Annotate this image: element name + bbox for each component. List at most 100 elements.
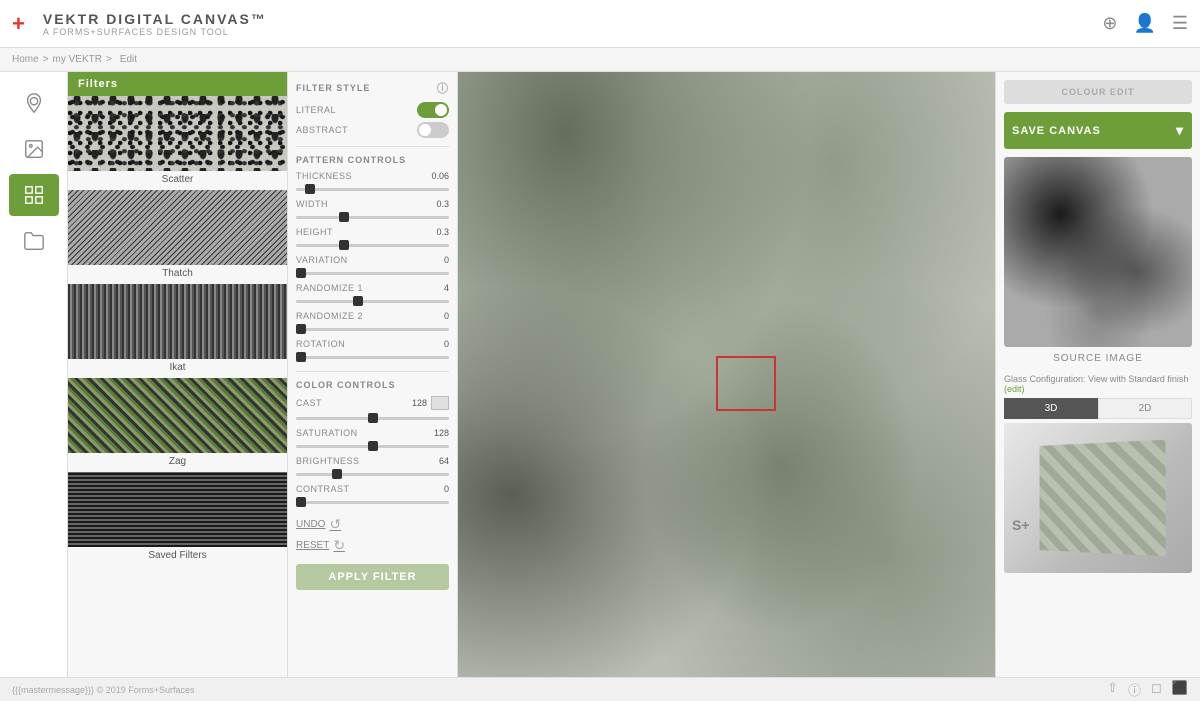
saturation-label: SATURATION (296, 428, 358, 438)
filter-item-saved[interactable]: Saved Filters (68, 472, 287, 566)
filter-label-zag: Zag (68, 453, 287, 472)
brightness-slider[interactable] (296, 473, 449, 476)
cast-value-row: 128 (412, 396, 449, 410)
abstract-label: ABSTRACT (296, 125, 348, 135)
height-value: 0.3 (436, 227, 449, 237)
splus-badge: S+ (1012, 517, 1030, 533)
width-slider-container (296, 211, 449, 223)
reset-link[interactable]: RESET ↻ (296, 537, 449, 554)
contrast-slider[interactable] (296, 501, 449, 504)
filter-item-zag[interactable]: Zag (68, 378, 287, 472)
abstract-toggle[interactable] (417, 122, 449, 138)
thickness-slider[interactable] (296, 188, 449, 191)
thickness-control: THICKNESS 0.06 (296, 171, 449, 195)
glass-config-edit-link[interactable]: (edit) (1004, 384, 1025, 394)
randomize1-control: RANDOMIZE 1 4 (296, 283, 449, 307)
variation-label-row: VARIATION 0 (296, 255, 449, 265)
filter-label-scatter: Scatter (68, 171, 287, 190)
download-icon[interactable]: ⬛ (1172, 680, 1188, 699)
rotation-slider-container (296, 351, 449, 363)
undo-icon: ↺ (329, 516, 341, 533)
tab-3d[interactable]: 3D (1004, 398, 1098, 419)
cast-slider[interactable] (296, 417, 449, 420)
filter-style-info-icon[interactable]: ⓘ (437, 80, 449, 96)
height-label: HEIGHT (296, 227, 333, 237)
filter-item-scatter[interactable]: Scatter (68, 96, 287, 190)
width-slider[interactable] (296, 216, 449, 219)
saturation-value: 128 (434, 428, 449, 438)
randomize2-slider[interactable] (296, 328, 449, 331)
cast-slider-container (296, 412, 449, 424)
cast-color-swatch[interactable] (431, 396, 449, 410)
source-image-area (1004, 157, 1192, 347)
saturation-slider-container (296, 440, 449, 452)
height-slider-container (296, 239, 449, 251)
height-slider[interactable] (296, 244, 449, 247)
save-canvas-arrow-icon: ▾ (1176, 122, 1184, 139)
footer-right: ⇧ ⓘ ◻ ⬛ (1107, 680, 1188, 699)
breadcrumb-home[interactable]: Home (12, 54, 39, 65)
source-image-bg (1004, 157, 1192, 347)
apply-filter-button[interactable]: APPLY FILTER (296, 564, 449, 590)
variation-slider[interactable] (296, 272, 449, 275)
randomize2-slider-container (296, 323, 449, 335)
filter-thumb-thatch (68, 190, 287, 265)
info-circle-icon[interactable]: ⓘ (1128, 680, 1141, 699)
menu-icon[interactable]: ☰ (1172, 13, 1188, 34)
rotation-label-row: ROTATION 0 (296, 339, 449, 349)
nav-grid[interactable] (9, 174, 59, 216)
add-icon[interactable]: ⊕ (1102, 13, 1117, 34)
randomize1-slider[interactable] (296, 300, 449, 303)
filter-thumb-zag (68, 378, 287, 453)
social-icon[interactable]: ◻ (1151, 680, 1162, 699)
main-canvas[interactable] (458, 72, 995, 677)
width-label-row: WIDTH 0.3 (296, 199, 449, 209)
app-subtitle: A FORMS+SURFACES DESIGN TOOL (43, 27, 267, 37)
filter-thumb-scatter (68, 96, 287, 171)
breadcrumb-edit: Edit (120, 54, 137, 65)
nav-location[interactable] (9, 82, 59, 124)
footer-left: {{{mastermessage}}} © 2019 Forms+Surface… (12, 685, 195, 695)
rotation-slider[interactable] (296, 356, 449, 359)
saturation-slider[interactable] (296, 445, 449, 448)
thickness-slider-container (296, 183, 449, 195)
filter-label-ikat: Ikat (68, 359, 287, 378)
literal-label: LITERAL (296, 105, 336, 115)
divider-2 (296, 371, 449, 372)
share-icon[interactable]: ⇧ (1107, 680, 1118, 699)
breadcrumb-my-vektr[interactable]: my VEKTR (53, 54, 102, 65)
brightness-label: BRIGHTNESS (296, 456, 360, 466)
randomize1-slider-container (296, 295, 449, 307)
filter-item-thatch[interactable]: Thatch (68, 190, 287, 284)
width-control: WIDTH 0.3 (296, 199, 449, 223)
preview-3d-bg: S+ (1004, 423, 1192, 573)
tab-2d[interactable]: 2D (1098, 398, 1192, 419)
breadcrumb-sep1: > (43, 54, 49, 65)
brightness-value: 64 (439, 456, 449, 466)
filter-item-ikat[interactable]: Ikat (68, 284, 287, 378)
source-image-label: SOURCE IMAGE (1004, 353, 1192, 364)
literal-toggle[interactable] (417, 102, 449, 118)
variation-slider-container (296, 267, 449, 279)
filter-thumb-ikat (68, 284, 287, 359)
randomize1-label-row: RANDOMIZE 1 4 (296, 283, 449, 293)
footer-message: {{{mastermessage}}} (12, 685, 94, 695)
cast-label-row: CAST 128 (296, 396, 449, 410)
save-canvas-button[interactable]: SAVE CANVAS ▾ (1004, 112, 1192, 149)
color-controls-title: COLOR CONTROLS (296, 380, 449, 390)
literal-toggle-row: LITERAL (296, 102, 449, 118)
breadcrumb-sep2: > (106, 54, 112, 65)
abstract-toggle-knob (419, 124, 431, 136)
brightness-slider-container (296, 468, 449, 480)
contrast-label: CONTRAST (296, 484, 350, 494)
nav-gallery[interactable] (9, 128, 59, 170)
header-title: VEKTR DIGITAL CANVAS™ A FORMS+SURFACES D… (43, 11, 267, 37)
rotation-label: ROTATION (296, 339, 345, 349)
nav-folder[interactable] (9, 220, 59, 262)
filter-label-thatch: Thatch (68, 265, 287, 284)
cast-control: CAST 128 (296, 396, 449, 424)
rotation-control: ROTATION 0 (296, 339, 449, 363)
undo-link[interactable]: UNDO ↺ (296, 516, 449, 533)
color-edit-button[interactable]: COLOUR EDIT (1004, 80, 1192, 104)
user-icon[interactable]: 👤 (1133, 13, 1155, 34)
